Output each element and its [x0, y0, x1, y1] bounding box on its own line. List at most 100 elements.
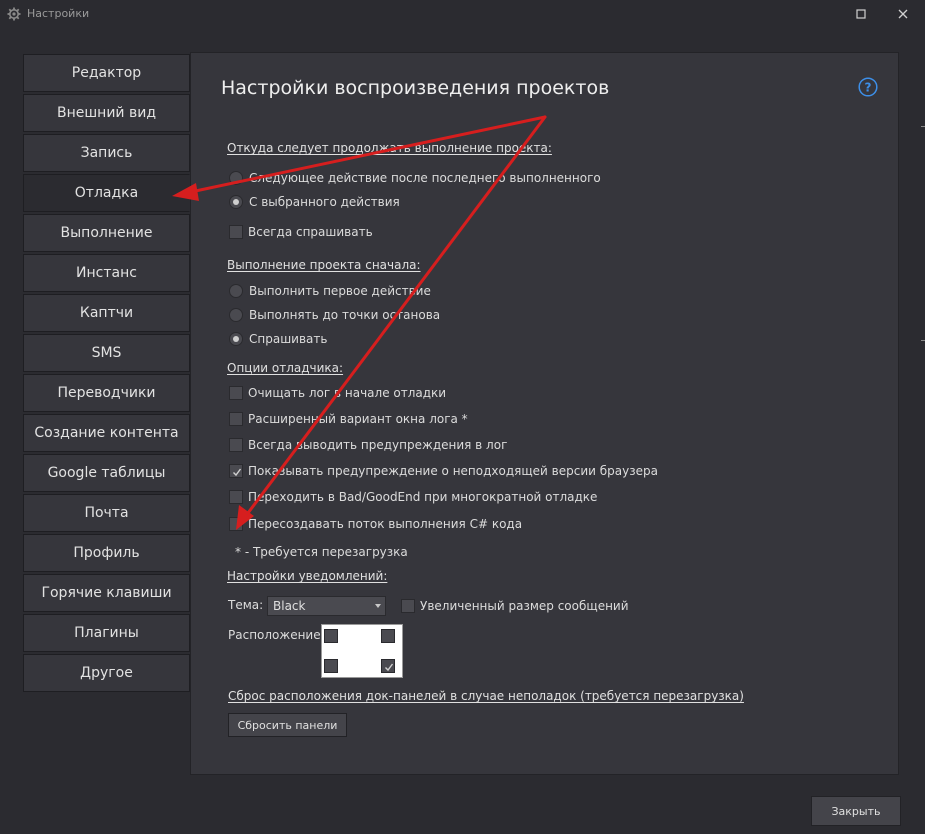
- checkmark-icon: [233, 468, 242, 477]
- radio-button[interactable]: [229, 332, 243, 346]
- theme-select-value: Black: [273, 599, 306, 613]
- option-label: Переходить в Bad/GoodEnd при многократно…: [248, 490, 598, 504]
- sidebar-item-label: Создание контента: [34, 425, 179, 441]
- sidebar-item-label: Плагины: [74, 625, 139, 641]
- maximize-button[interactable]: [851, 4, 871, 24]
- checkbox[interactable]: [229, 517, 243, 531]
- sidebar-item-label: Горячие клавиши: [41, 585, 172, 601]
- option-label: С выбранного действия: [249, 195, 400, 209]
- start-section-title: Выполнение проекта сначала:: [227, 258, 421, 272]
- position-top-left-checkbox[interactable]: [324, 629, 338, 643]
- sidebar-item-instance[interactable]: Инстанс: [23, 254, 190, 292]
- radio-button[interactable]: [229, 308, 243, 322]
- checkbox[interactable]: [229, 225, 243, 239]
- theme-select[interactable]: Black: [267, 596, 386, 616]
- checkbox[interactable]: [229, 386, 243, 400]
- option-label: Очищать лог в начале отладки: [248, 386, 447, 400]
- settings-sidebar: Редактор Внешний вид Запись Отладка Выпо…: [23, 54, 190, 694]
- sidebar-item-content-creation[interactable]: Создание контента: [23, 414, 190, 452]
- close-icon: [898, 9, 908, 19]
- sidebar-item-profile[interactable]: Профиль: [23, 534, 190, 572]
- continue-section-title: Откуда следует продолжать выполнение про…: [227, 141, 552, 155]
- checkbox-extended-log[interactable]: Расширенный вариант окна лога *: [229, 411, 468, 427]
- sidebar-item-recording[interactable]: Запись: [23, 134, 190, 172]
- maximize-icon: [856, 9, 866, 19]
- sidebar-item-google-sheets[interactable]: Google таблицы: [23, 454, 190, 492]
- sidebar-item-editor[interactable]: Редактор: [23, 54, 190, 92]
- page-title: Настройки воспроизведения проектов: [221, 77, 610, 99]
- option-label: Всегда выводить предупреждения в лог: [248, 438, 508, 452]
- sidebar-item-debugging[interactable]: Отладка: [23, 174, 190, 212]
- sidebar-item-plugins[interactable]: Плагины: [23, 614, 190, 652]
- radio-selected-action[interactable]: С выбранного действия: [229, 194, 400, 210]
- sidebar-item-appearance[interactable]: Внешний вид: [23, 94, 190, 132]
- position-bottom-left-checkbox[interactable]: [324, 659, 338, 673]
- sidebar-item-captcha[interactable]: Каптчи: [23, 294, 190, 332]
- settings-panel: Настройки воспроизведения проектов ? Отк…: [190, 52, 899, 775]
- notifications-section-title: Настройки уведомлений:: [227, 569, 388, 583]
- sidebar-item-label: Внешний вид: [56, 105, 156, 121]
- help-icon[interactable]: ?: [858, 77, 878, 97]
- window-title: Настройки: [27, 7, 90, 20]
- checkbox[interactable]: [229, 438, 243, 452]
- close-button[interactable]: Закрыть: [811, 796, 901, 826]
- reset-panels-button[interactable]: Сбросить панели: [228, 713, 347, 737]
- sidebar-item-label: Отладка: [74, 185, 139, 201]
- sidebar-item-label: Google таблицы: [47, 465, 166, 481]
- radio-button[interactable]: [229, 195, 243, 209]
- radio-run-to-breakpoint[interactable]: Выполнять до точки останова: [229, 307, 440, 323]
- sidebar-item-label: Почта: [84, 505, 129, 521]
- sidebar-item-label: Профиль: [73, 545, 140, 561]
- position-selector: [321, 624, 403, 678]
- option-label: Выполнять до точки останова: [249, 308, 441, 322]
- title-bar: Настройки: [0, 0, 925, 28]
- radio-run-first-action[interactable]: Выполнить первое действие: [229, 283, 431, 299]
- checkbox[interactable]: [229, 464, 243, 478]
- checkbox-bigger-messages[interactable]: Увеличенный размер сообщений: [401, 598, 629, 614]
- sidebar-item-label: Редактор: [71, 65, 142, 81]
- position-bottom-right-checkbox[interactable]: [381, 659, 395, 673]
- sidebar-item-execution[interactable]: Выполнение: [23, 214, 190, 252]
- sidebar-item-other[interactable]: Другое: [23, 654, 190, 692]
- theme-label: Тема:: [228, 598, 264, 612]
- checkbox-recreate-csharp-thread[interactable]: Пересоздавать поток выполнения C# кода: [229, 516, 522, 532]
- sidebar-item-label: Переводчики: [57, 385, 156, 401]
- chevron-down-icon: [375, 604, 381, 608]
- close-window-button[interactable]: [893, 4, 913, 24]
- checkbox-always-ask[interactable]: Всегда спрашивать: [229, 224, 373, 240]
- checkbox[interactable]: [401, 599, 415, 613]
- sidebar-item-label: Запись: [80, 145, 133, 161]
- edge-divider: [921, 126, 925, 127]
- position-top-right-checkbox[interactable]: [381, 629, 395, 643]
- sidebar-item-sms[interactable]: SMS: [23, 334, 190, 372]
- sidebar-item-label: Инстанс: [76, 265, 137, 281]
- gear-icon: [7, 7, 21, 21]
- checkmark-icon: [385, 663, 394, 672]
- sidebar-item-label: Другое: [80, 665, 133, 681]
- checkbox[interactable]: [229, 412, 243, 426]
- checkbox-bad-good-end[interactable]: Переходить в Bad/GoodEnd при многократно…: [229, 489, 597, 505]
- option-label: Следующее действие после последнего выпо…: [249, 171, 601, 185]
- checkbox-always-warnings[interactable]: Всегда выводить предупреждения в лог: [229, 437, 507, 453]
- restart-note: * - Требуется перезагрузка: [235, 545, 408, 559]
- checkbox[interactable]: [229, 490, 243, 504]
- option-label: Спрашивать: [249, 332, 328, 346]
- option-label: Всегда спрашивать: [248, 225, 373, 239]
- radio-ask[interactable]: Спрашивать: [229, 331, 327, 347]
- svg-text:?: ?: [865, 81, 872, 95]
- sidebar-item-label: Выполнение: [60, 225, 153, 241]
- sidebar-item-mail[interactable]: Почта: [23, 494, 190, 532]
- checkbox-clear-log[interactable]: Очищать лог в начале отладки: [229, 385, 446, 401]
- sidebar-item-label: Каптчи: [79, 305, 134, 321]
- option-label: Пересоздавать поток выполнения C# кода: [248, 517, 523, 531]
- radio-button[interactable]: [229, 284, 243, 298]
- checkbox-browser-version-warning[interactable]: Показывать предупреждение о неподходящей…: [229, 463, 658, 479]
- radio-button[interactable]: [229, 171, 243, 185]
- radio-next-action[interactable]: Следующее действие после последнего выпо…: [229, 170, 601, 186]
- option-label: Расширенный вариант окна лога *: [248, 412, 468, 426]
- option-label: Показывать предупреждение о неподходящей…: [248, 464, 658, 478]
- sidebar-item-translators[interactable]: Переводчики: [23, 374, 190, 412]
- sidebar-item-label: SMS: [91, 345, 122, 361]
- sidebar-item-hotkeys[interactable]: Горячие клавиши: [23, 574, 190, 612]
- reset-panels-link[interactable]: Сброс расположения док-панелей в случае …: [228, 689, 744, 703]
